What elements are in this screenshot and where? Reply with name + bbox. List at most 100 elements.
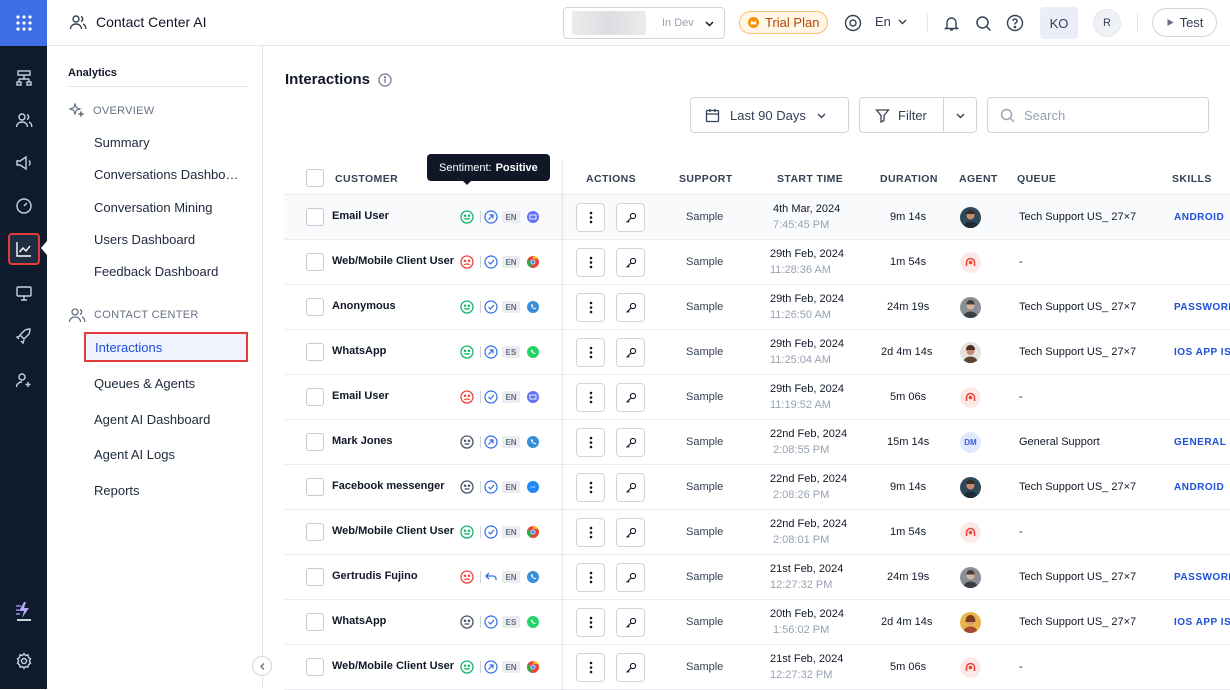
add-user-icon[interactable]: [8, 364, 40, 396]
key-button[interactable]: [616, 653, 645, 682]
customer-name[interactable]: Anonymous: [332, 300, 396, 312]
dashboard-gauge-icon[interactable]: [8, 190, 40, 222]
customer-name[interactable]: Email User: [332, 390, 389, 402]
key-button[interactable]: [616, 293, 645, 322]
sentiment-negative-icon[interactable]: [460, 570, 474, 584]
row-checkbox[interactable]: [306, 298, 324, 316]
sidebar-item-users-dashboard[interactable]: Users Dashboard: [94, 232, 244, 247]
table-row[interactable]: Email User EN Sample 4th Mar, 2024 7:45:45 P…: [284, 195, 1230, 240]
help-icon[interactable]: [1005, 13, 1025, 33]
table-row[interactable]: Web/Mobile Client User EN Sample 21st Feb, …: [284, 645, 1230, 690]
row-checkbox[interactable]: [306, 208, 324, 226]
skill-tag[interactable]: ANDROID: [1174, 482, 1224, 493]
more-actions-button[interactable]: [576, 383, 605, 412]
row-checkbox[interactable]: [306, 523, 324, 541]
table-row[interactable]: Email User EN Sample 29th Feb, 2024 11:19:52…: [284, 375, 1230, 420]
rocket-icon[interactable]: [8, 320, 40, 352]
skill-tag[interactable]: PASSWORD: [1174, 302, 1230, 313]
more-actions-button[interactable]: [576, 338, 605, 367]
key-button[interactable]: [616, 338, 645, 367]
sidebar-item-summary[interactable]: Summary: [94, 135, 244, 150]
customer-name[interactable]: WhatsApp: [332, 345, 386, 357]
users-icon[interactable]: [8, 104, 40, 136]
user-avatar[interactable]: R: [1093, 9, 1121, 37]
key-button[interactable]: [616, 473, 645, 502]
skill-tag[interactable]: GENERAL S: [1174, 437, 1230, 448]
search-input[interactable]: Search: [987, 97, 1209, 133]
language-select[interactable]: En: [875, 14, 908, 29]
sentiment-neutral-icon[interactable]: [460, 435, 474, 449]
key-button[interactable]: [616, 203, 645, 232]
key-button[interactable]: [616, 518, 645, 547]
workspace-avatar[interactable]: KO: [1040, 7, 1078, 39]
flow-builder-icon[interactable]: [8, 62, 40, 94]
apps-grid-icon[interactable]: [0, 0, 47, 46]
date-range-button[interactable]: Last 90 Days: [690, 97, 849, 133]
more-actions-button[interactable]: [576, 518, 605, 547]
skill-tag[interactable]: ANDROID: [1174, 212, 1224, 223]
column-customer[interactable]: CUSTOMER: [335, 173, 398, 185]
skill-tag[interactable]: PASSWORD: [1174, 572, 1230, 583]
more-actions-button[interactable]: [576, 653, 605, 682]
sidebar-item-agent-ai-logs[interactable]: Agent AI Logs: [94, 447, 244, 462]
filter-button[interactable]: Filter: [859, 97, 977, 133]
notifications-bell-icon[interactable]: [941, 13, 961, 33]
customer-name[interactable]: WhatsApp: [332, 615, 386, 627]
more-actions-button[interactable]: [576, 473, 605, 502]
settings-gear-icon[interactable]: [8, 645, 40, 677]
row-checkbox[interactable]: [306, 433, 324, 451]
row-checkbox[interactable]: [306, 253, 324, 271]
environment-select[interactable]: In Dev: [563, 7, 725, 39]
campaign-icon[interactable]: [8, 147, 40, 179]
filter-main[interactable]: Filter: [860, 108, 943, 123]
customer-name[interactable]: Web/Mobile Client User: [332, 525, 454, 537]
table-row[interactable]: Web/Mobile Client User EN Sample 29th Feb, …: [284, 240, 1230, 285]
info-icon[interactable]: [378, 72, 392, 87]
target-icon[interactable]: [843, 13, 863, 33]
sidebar-item-reports[interactable]: Reports: [94, 483, 244, 498]
table-row[interactable]: WhatsApp ES Sample 29th Feb, 2024 11:25:04 A…: [284, 330, 1230, 375]
table-row[interactable]: Mark Jones EN Sample 22nd Feb, 2024 2:08:55 …: [284, 420, 1230, 465]
filter-dropdown-toggle[interactable]: [944, 110, 976, 121]
column-duration[interactable]: DURATION: [880, 173, 938, 185]
sentiment-positive-icon[interactable]: [460, 345, 474, 359]
sidebar-item-interactions[interactable]: Interactions: [84, 332, 248, 362]
sentiment-positive-icon[interactable]: [460, 525, 474, 539]
sentiment-positive-icon[interactable]: [460, 300, 474, 314]
sidebar-item-feedback-dashboard[interactable]: Feedback Dashboard: [94, 264, 244, 279]
sidebar-item-conversation-mining[interactable]: Conversation Mining: [94, 200, 244, 215]
sentiment-negative-icon[interactable]: [460, 255, 474, 269]
sentiment-positive-icon[interactable]: [460, 210, 474, 224]
more-actions-button[interactable]: [576, 563, 605, 592]
customer-name[interactable]: Facebook messenger: [332, 480, 445, 492]
table-row[interactable]: WhatsApp ES Sample 20th Feb, 2024 1:56:02 PM…: [284, 600, 1230, 645]
skill-tag[interactable]: IOS APP IS: [1174, 617, 1230, 628]
key-button[interactable]: [616, 563, 645, 592]
row-checkbox[interactable]: [306, 343, 324, 361]
customer-name[interactable]: Email User: [332, 210, 389, 222]
automation-bolt-icon[interactable]: [8, 595, 40, 627]
column-queue[interactable]: QUEUE: [1017, 173, 1056, 185]
row-checkbox[interactable]: [306, 568, 324, 586]
more-actions-button[interactable]: [576, 203, 605, 232]
row-checkbox[interactable]: [306, 478, 324, 496]
row-checkbox[interactable]: [306, 613, 324, 631]
key-button[interactable]: [616, 608, 645, 637]
more-actions-button[interactable]: [576, 248, 605, 277]
search-icon[interactable]: [973, 13, 993, 33]
trial-plan-badge[interactable]: Trial Plan: [739, 11, 829, 34]
sidebar-item-agent-ai-dashboard[interactable]: Agent AI Dashboard: [94, 412, 244, 427]
column-start-time[interactable]: START TIME: [777, 173, 843, 185]
select-all-checkbox[interactable]: [306, 169, 324, 187]
sentiment-negative-icon[interactable]: [460, 390, 474, 404]
customer-name[interactable]: Mark Jones: [332, 435, 393, 447]
sidebar-item-queues-agents[interactable]: Queues & Agents: [94, 376, 244, 391]
key-button[interactable]: [616, 383, 645, 412]
customer-name[interactable]: Web/Mobile Client User: [332, 255, 454, 267]
more-actions-button[interactable]: [576, 293, 605, 322]
sentiment-positive-icon[interactable]: [460, 660, 474, 674]
key-button[interactable]: [616, 248, 645, 277]
monitor-icon[interactable]: [8, 277, 40, 309]
row-checkbox[interactable]: [306, 388, 324, 406]
skill-tag[interactable]: IOS APP IS: [1174, 347, 1230, 358]
